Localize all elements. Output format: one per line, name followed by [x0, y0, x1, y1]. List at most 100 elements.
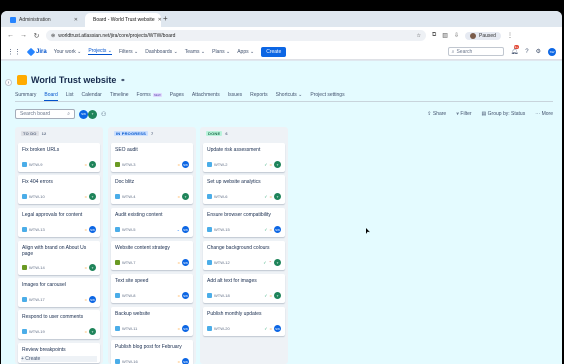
- task-type-icon: [22, 162, 27, 167]
- nav-dashboards[interactable]: Dashboards ⌄: [145, 49, 178, 55]
- global-search-input[interactable]: ⌕ Search: [447, 47, 504, 56]
- browser-menu-icon[interactable]: ⋮: [507, 32, 513, 39]
- tab-project-settings[interactable]: Project settings: [310, 92, 344, 101]
- issue-card[interactable]: Align with brand on About Us page WTW-14…: [18, 241, 100, 275]
- bookmark-star-icon[interactable]: ☆: [417, 33, 421, 39]
- issue-card[interactable]: Publish monthly updates WTW-20 ✓ = SW: [203, 307, 285, 336]
- tab-list[interactable]: List: [66, 92, 74, 101]
- assignee-avatar[interactable]: T: [89, 193, 96, 200]
- assignee-avatar[interactable]: SW: [274, 226, 281, 233]
- nav-filters[interactable]: Filters ⌄: [119, 49, 138, 55]
- issue-card[interactable]: Website content strategy WTW-7 = SW: [111, 241, 193, 270]
- nav-teams[interactable]: Teams ⌄: [185, 49, 205, 55]
- tab-calendar[interactable]: Calendar: [82, 92, 102, 101]
- tab-board[interactable]: Board: [44, 92, 58, 101]
- issue-card[interactable]: Publish blog post for February WTW-16 = S…: [111, 340, 193, 364]
- issue-card[interactable]: Fix broken URLs WTW-9 = T: [18, 143, 100, 172]
- back-icon[interactable]: ←: [7, 32, 14, 39]
- forward-icon[interactable]: →: [20, 32, 27, 39]
- issue-card[interactable]: Images for carousel WTW-17 = SW: [18, 278, 100, 307]
- nav-plans[interactable]: Plans ⌄: [212, 49, 230, 55]
- new-tab-button[interactable]: +: [163, 14, 168, 23]
- card-meta: = T: [85, 328, 96, 335]
- assignee-avatar[interactable]: T: [274, 292, 281, 299]
- download-icon[interactable]: ⇩: [454, 32, 459, 39]
- assignee-avatar[interactable]: T: [89, 264, 96, 271]
- issue-card[interactable]: Ensure browser compatibility WTW-15 ✓ = SW: [203, 208, 285, 237]
- expand-sidebar-icon[interactable]: ›: [5, 79, 12, 86]
- assignee-avatar[interactable]: SW: [182, 358, 189, 364]
- assignee-avatar[interactable]: SW: [182, 259, 189, 266]
- card-title: Website content strategy: [115, 245, 170, 251]
- group-by-button[interactable]: ▤ Group by: Status: [482, 111, 526, 117]
- card-title: Legal approvals for content: [22, 212, 83, 218]
- tab-shortcuts[interactable]: Shortcuts ⌄: [276, 92, 303, 101]
- create-button[interactable]: Create: [261, 46, 287, 57]
- jira-logo[interactable]: Jira: [26, 47, 47, 56]
- tab-reports[interactable]: Reports: [250, 92, 268, 101]
- assignee-avatar[interactable]: SW: [182, 292, 189, 299]
- extensions-icon[interactable]: ⧉: [432, 32, 436, 39]
- profile-paused-button[interactable]: Paused: [465, 31, 501, 40]
- card-meta: = SW: [178, 259, 189, 266]
- user-avatar[interactable]: SW: [548, 47, 556, 56]
- tab-attachments[interactable]: Attachments: [192, 92, 220, 101]
- assignee-avatar[interactable]: SW: [182, 325, 189, 332]
- assignee-avatar[interactable]: T: [89, 161, 96, 168]
- add-people-icon[interactable]: ⚇: [101, 111, 106, 118]
- assignee-avatar-filter[interactable]: T: [88, 109, 97, 119]
- browser-tab-administration[interactable]: Administration ✕: [5, 13, 83, 27]
- issue-card[interactable]: Fix 404 errors WTW-10 = T: [18, 175, 100, 204]
- help-icon[interactable]: ?: [525, 49, 528, 55]
- priority-medium-icon: =: [177, 293, 180, 298]
- url-field[interactable]: ⊜ worldtrust.atlassian.net/jira/core/pro…: [46, 30, 426, 41]
- nav-your-work[interactable]: Your work ⌄: [54, 49, 82, 55]
- filter-button[interactable]: ⩔ Filter: [456, 111, 471, 117]
- assignee-avatar-filter[interactable]: SW: [79, 109, 88, 119]
- issue-card[interactable]: Backup website WTW-11 = SW: [111, 307, 193, 336]
- reload-icon[interactable]: ↻: [33, 32, 40, 40]
- assignee-avatar[interactable]: SW: [89, 226, 96, 233]
- nav-projects[interactable]: Projects ⌄: [88, 48, 112, 55]
- issue-card[interactable]: Text site speed WTW-8 = SW: [111, 274, 193, 303]
- browser-tab-board[interactable]: Board - World Trust website ✕: [85, 13, 162, 27]
- assignee-avatar[interactable]: SW: [274, 325, 281, 332]
- issue-card[interactable]: SEO audit WTW-3 = SW: [111, 143, 193, 172]
- assignee-avatar[interactable]: SW: [89, 296, 96, 303]
- project-details-icon[interactable]: ⚭: [120, 77, 125, 84]
- assignee-avatar[interactable]: T: [274, 193, 281, 200]
- notifications-icon[interactable]: 🔔︎ 9+: [511, 45, 520, 55]
- close-tab-icon[interactable]: ✕: [158, 17, 162, 23]
- assignee-avatar[interactable]: T: [182, 193, 189, 200]
- share-button[interactable]: ⇪ Share: [427, 111, 446, 117]
- more-button[interactable]: ⋯ More: [535, 111, 553, 117]
- nav-apps[interactable]: Apps ⌄: [237, 49, 254, 55]
- assignee-avatar[interactable]: T: [274, 259, 281, 266]
- create-issue-button[interactable]: + Create: [21, 356, 97, 362]
- issue-card[interactable]: Doc blitz WTW-4 = T: [111, 175, 193, 204]
- issue-card[interactable]: Update risk assessment WTW-2 ✓ = T: [203, 143, 285, 172]
- tab-pages[interactable]: Pages: [170, 92, 184, 101]
- card-meta: = T: [178, 193, 189, 200]
- tab-timeline[interactable]: Timeline: [110, 92, 129, 101]
- issue-card[interactable]: Set up website analytics WTW-6 ✓ = T: [203, 175, 285, 204]
- app-switcher-icon[interactable]: ⋮⋮: [7, 48, 21, 56]
- sidepanel-icon[interactable]: ▥: [442, 32, 448, 39]
- tab-issues[interactable]: Issues: [228, 92, 242, 101]
- assignee-avatar[interactable]: SW: [182, 226, 189, 233]
- assignee-avatar[interactable]: T: [274, 161, 281, 168]
- issue-card[interactable]: Respond to user comments WTW-19 = T: [18, 310, 100, 339]
- assignee-avatar[interactable]: T: [89, 328, 96, 335]
- board-search-input[interactable]: Search board ⌕: [15, 109, 75, 119]
- settings-gear-icon[interactable]: ⚙: [536, 48, 541, 55]
- close-tab-icon[interactable]: ✕: [74, 17, 78, 23]
- assignee-avatar[interactable]: SW: [182, 161, 189, 168]
- issue-card[interactable]: Audit existing content WTW-5 ⌄ SW: [111, 208, 193, 237]
- issue-card[interactable]: Add alt text for images WTW-18 ✓ = T: [203, 274, 285, 303]
- issue-key: WTW-16: [122, 359, 138, 364]
- issue-card[interactable]: Legal approvals for content WTW-13 = SW: [18, 208, 100, 237]
- issue-card[interactable]: Change background colours WTW-12 ✓ ⌃ T: [203, 241, 285, 270]
- site-info-icon[interactable]: ⊜: [51, 33, 55, 39]
- tab-summary[interactable]: Summary: [15, 92, 36, 101]
- tab-forms[interactable]: Forms NEW: [137, 92, 162, 101]
